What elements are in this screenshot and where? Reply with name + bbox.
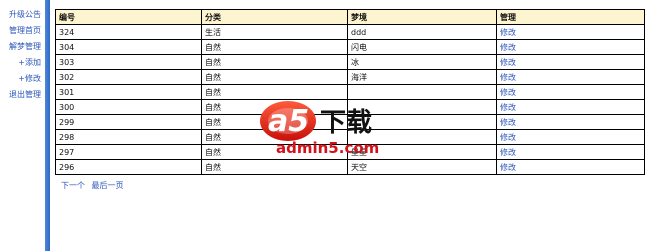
column-header-id: 编号 xyxy=(55,9,202,25)
sidebar-item-logout[interactable]: 退出管理 xyxy=(9,89,41,100)
cell-category: 生活 xyxy=(201,24,348,40)
dream-table: 编号 分类 梦境 管理 324 生活 ddd 修改 304 自然 闪电 修改 303 自然冰修改 3… xyxy=(55,9,645,175)
edit-link[interactable]: 修改 xyxy=(500,148,516,157)
cell-category: 自然 xyxy=(201,144,348,160)
edit-link[interactable]: 修改 xyxy=(500,163,516,172)
edit-link[interactable]: 修改 xyxy=(500,28,516,37)
cell-category: 自然 xyxy=(201,159,348,175)
cell-action: 修改 xyxy=(496,54,645,70)
cell-id: 304 xyxy=(55,39,202,55)
table-row: 299 自然 修改 xyxy=(55,114,645,130)
table-row: 298 自然 修改 xyxy=(55,129,645,145)
cell-dream xyxy=(347,114,497,130)
sidebar-item-admin-home[interactable]: 管理首页 xyxy=(9,25,41,36)
cell-category: 自然 xyxy=(201,114,348,130)
sidebar-item-add[interactable]: +添加 xyxy=(18,57,41,68)
edit-link[interactable]: 修改 xyxy=(500,118,516,127)
cell-action: 修改 xyxy=(496,159,645,175)
cell-id: 303 xyxy=(55,54,202,70)
next-page-link[interactable]: 下一个 xyxy=(61,181,85,190)
column-header-dream: 梦境 xyxy=(347,9,497,25)
cell-dream: 冰 xyxy=(347,54,497,70)
cell-id: 301 xyxy=(55,84,202,100)
cell-action: 修改 xyxy=(496,39,645,55)
cell-dream: ddd xyxy=(347,24,497,40)
cell-action: 修改 xyxy=(496,114,645,130)
table-row: 300 自然 修改 xyxy=(55,99,645,115)
table-row: 302 自然 海洋 修改 xyxy=(55,69,645,85)
cell-action: 修改 xyxy=(496,99,645,115)
edit-link[interactable]: 修改 xyxy=(500,103,516,112)
table-row: 301 自然 修改 xyxy=(55,84,645,100)
edit-link[interactable]: 修改 xyxy=(500,133,516,142)
cell-dream: 闪电 xyxy=(347,39,497,55)
cell-category: 自然 xyxy=(201,54,348,70)
edit-link[interactable]: 修改 xyxy=(500,88,516,97)
sidebar-divider xyxy=(45,0,50,251)
cell-dream: 星星 xyxy=(347,144,497,160)
sidebar-item-edit[interactable]: +修改 xyxy=(18,73,41,84)
cell-id: 324 xyxy=(55,24,202,40)
table-row: 324 生活 ddd 修改 xyxy=(55,24,645,40)
edit-link[interactable]: 修改 xyxy=(500,43,516,52)
cell-dream xyxy=(347,99,497,115)
cell-action: 修改 xyxy=(496,129,645,145)
cell-dream xyxy=(347,129,497,145)
cell-id: 296 xyxy=(55,159,202,175)
table-header-row: 编号 分类 梦境 管理 xyxy=(55,9,645,25)
cell-action: 修改 xyxy=(496,24,645,40)
cell-dream: 天空 xyxy=(347,159,497,175)
table-row: 303 自然冰修改 xyxy=(55,54,645,70)
cell-id: 299 xyxy=(55,114,202,130)
cell-action: 修改 xyxy=(496,144,645,160)
table-row: 297 自然 星星 修改 xyxy=(55,144,645,160)
edit-link[interactable]: 修改 xyxy=(500,58,516,67)
cell-action: 修改 xyxy=(496,69,645,85)
sidebar-item-dream-management[interactable]: 解梦管理 xyxy=(9,41,41,52)
column-header-category: 分类 xyxy=(201,9,348,25)
cell-action: 修改 xyxy=(496,84,645,100)
main-content: 编号 分类 梦境 管理 324 生活 ddd 修改 304 自然 闪电 修改 303 自然冰修改 3… xyxy=(55,9,645,191)
cell-dream xyxy=(347,84,497,100)
edit-link[interactable]: 修改 xyxy=(500,73,516,82)
sidebar: 升级公告 管理首页 解梦管理 +添加 +修改 退出管理 xyxy=(0,0,45,251)
cell-category: 自然 xyxy=(201,129,348,145)
cell-category: 自然 xyxy=(201,99,348,115)
cell-category: 自然 xyxy=(201,39,348,55)
cell-category: 自然 xyxy=(201,84,348,100)
last-page-link[interactable]: 最后一页 xyxy=(92,181,124,190)
cell-id: 302 xyxy=(55,69,202,85)
cell-dream: 海洋 xyxy=(347,69,497,85)
cell-id: 297 xyxy=(55,144,202,160)
cell-id: 300 xyxy=(55,99,202,115)
sidebar-item-announcement[interactable]: 升级公告 xyxy=(9,9,41,20)
cell-category: 自然 xyxy=(201,69,348,85)
pagination: 下一个 最后一页 xyxy=(55,180,644,191)
cell-id: 298 xyxy=(55,129,202,145)
column-header-manage: 管理 xyxy=(496,9,645,25)
table-row: 304 自然 闪电 修改 xyxy=(55,39,645,55)
table-row: 296 自然 天空 修改 xyxy=(55,159,645,175)
